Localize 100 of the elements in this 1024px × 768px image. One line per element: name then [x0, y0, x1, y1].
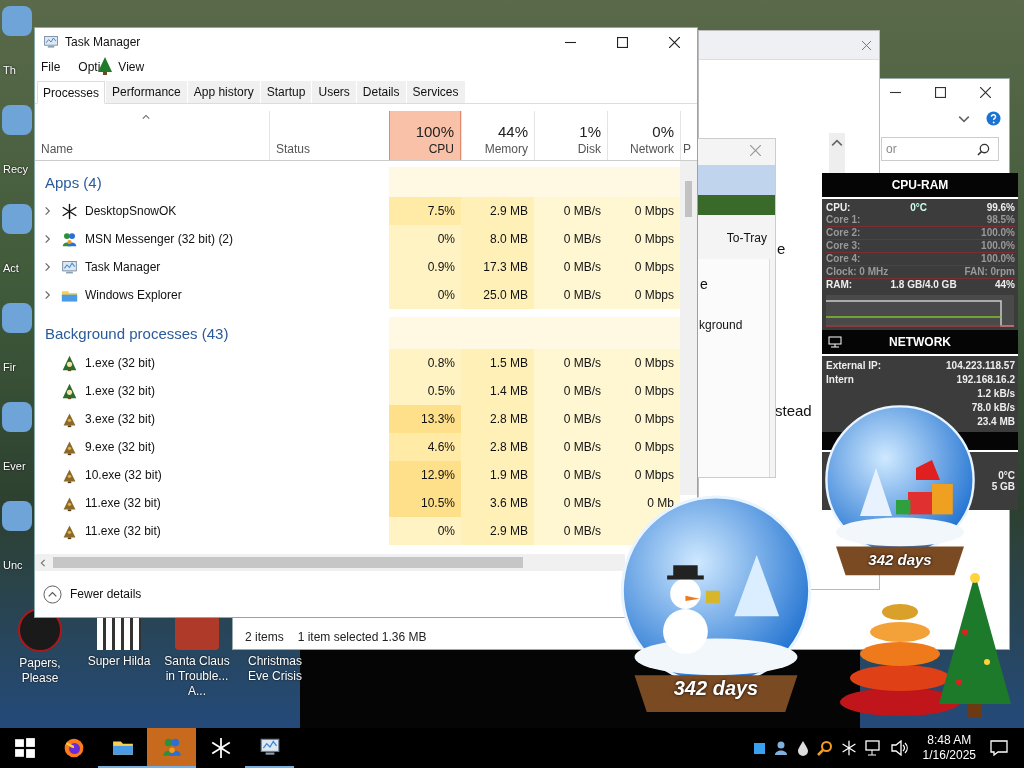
- column-header[interactable]: Name: [35, 111, 269, 160]
- table-cell: 0 Mb: [607, 489, 680, 517]
- desktop-icon-label[interactable]: Recy: [3, 163, 29, 175]
- process-name[interactable]: Windows Explorer: [35, 281, 269, 309]
- process-name[interactable]: 3.exe (32 bit): [35, 405, 269, 433]
- tab[interactable]: Users: [312, 81, 356, 103]
- process-name[interactable]: 1.exe (32 bit): [35, 377, 269, 405]
- scrollbar-thumb[interactable]: [685, 181, 692, 217]
- tab[interactable]: Details: [356, 81, 406, 103]
- people-icon: [60, 230, 78, 248]
- stat-value: 100.0%: [981, 227, 1015, 239]
- scrollbar[interactable]: [35, 554, 625, 571]
- table-cell: [389, 167, 461, 197]
- drop-icon[interactable]: [796, 740, 809, 756]
- scrollbar[interactable]: [680, 161, 697, 495]
- table-cell: 3.6 MB: [461, 489, 534, 517]
- column-header[interactable]: P: [680, 111, 697, 160]
- maximize-icon[interactable]: [616, 36, 628, 48]
- desktop-icon-label[interactable]: Th: [3, 64, 16, 76]
- snowflake-icon: [209, 737, 232, 759]
- tab[interactable]: Performance: [106, 81, 187, 103]
- column-label: Name: [41, 142, 73, 156]
- table-cell: 0.9%: [389, 253, 461, 281]
- scroll-up-icon[interactable]: [831, 137, 843, 149]
- search-icon: [977, 142, 990, 156]
- table-cell: 0 Mbps: [607, 405, 680, 433]
- desktop-icon-label[interactable]: Fir: [3, 361, 16, 373]
- search-field[interactable]: or: [881, 137, 999, 161]
- desktop-icon-label[interactable]: Santa Claus in Trouble... A...: [158, 654, 236, 699]
- column-header[interactable]: 100% CPU: [389, 111, 461, 160]
- stat-value: 0°C: [910, 202, 927, 214]
- tab[interactable]: Services: [406, 81, 465, 103]
- column-label: Status: [276, 142, 311, 156]
- clock-date: 1/16/2025: [922, 748, 976, 763]
- menu-item[interactable]: File: [41, 60, 61, 74]
- process-name[interactable]: Task Manager: [35, 253, 269, 281]
- scroll-left-icon[interactable]: [39, 557, 47, 568]
- status-text: 1 item selected 1.36 MB: [297, 630, 427, 644]
- stat-value: 0°C: [998, 470, 1015, 481]
- tab[interactable]: Processes: [37, 81, 106, 104]
- shortcut-icon[interactable]: [175, 616, 219, 650]
- table-cell: 10.5%: [389, 489, 461, 517]
- table-cell: 0%: [389, 281, 461, 309]
- process-name[interactable]: 9.exe (32 bit): [35, 433, 269, 461]
- stat-label: Core 2:: [826, 227, 861, 239]
- text-fragment: e: [777, 240, 786, 257]
- user-icon[interactable]: [772, 740, 789, 756]
- stat-value: 78.0 kB/s: [971, 401, 1015, 415]
- menu-item[interactable]: Opti: [78, 60, 101, 74]
- stat-value: 1.8 GB/4.0 GB: [890, 279, 957, 291]
- stat-label: Core 4:: [826, 253, 861, 265]
- process-name[interactable]: DesktopSnowOK: [35, 197, 269, 225]
- desktop-icon-label[interactable]: Ever: [3, 460, 26, 472]
- table-cell: 17.3 MB: [461, 253, 534, 281]
- close-icon[interactable]: [980, 87, 991, 98]
- desktop-icon-label[interactable]: Super Hilda: [87, 654, 151, 669]
- column-total: 1%: [579, 123, 601, 140]
- table-cell: 25.0 MB: [461, 281, 534, 309]
- process-name[interactable]: 10.exe (32 bit): [35, 461, 269, 489]
- text-fragment: kground: [699, 318, 743, 332]
- maximize-icon[interactable]: [935, 87, 946, 98]
- desktop-icon-label[interactable]: Christmas Eve Crisis: [236, 654, 314, 684]
- process-name[interactable]: MSN Messenger (32 bit) (2): [35, 225, 269, 253]
- scrollbar-thumb[interactable]: [53, 557, 523, 568]
- stat-label: External IP:: [826, 359, 882, 373]
- process-name[interactable]: 11.exe (32 bit): [35, 489, 269, 517]
- table-cell: 0 MB/s: [534, 405, 607, 433]
- volume-icon[interactable]: [890, 740, 909, 756]
- tab[interactable]: App history: [187, 81, 260, 103]
- network-icon[interactable]: [864, 740, 883, 756]
- fewer-details-link[interactable]: Fewer details: [70, 587, 142, 601]
- stat-label: Intern: [826, 373, 854, 387]
- scrollbar[interactable]: [829, 133, 845, 173]
- table-cell: 1.5 MB: [461, 349, 534, 377]
- table-cell: 2.9 MB: [461, 197, 534, 225]
- snowflake-icon[interactable]: [840, 740, 857, 756]
- desktop-icon-label[interactable]: Act: [3, 262, 19, 274]
- tab[interactable]: Startup: [260, 81, 312, 103]
- notifications-icon[interactable]: [990, 740, 1008, 756]
- tray-square-icon[interactable]: [753, 742, 765, 754]
- desktop-icon-label[interactable]: Papers, Please: [0, 656, 80, 686]
- table-cell: 0 MB/s: [534, 377, 607, 405]
- desktop-icon-label[interactable]: Unc: [3, 559, 23, 571]
- table-cell: 0.5%: [389, 377, 461, 405]
- stat-value: FAN: 0rpm: [964, 266, 1015, 278]
- table-cell: 2.9 MB: [461, 517, 534, 545]
- stat-value: 104.223.118.57: [946, 359, 1015, 373]
- table-cell: 2.8 MB: [461, 433, 534, 461]
- process-name[interactable]: 11.exe (32 bit): [35, 517, 269, 545]
- shortcut-icon[interactable]: [97, 616, 141, 650]
- menu-item[interactable]: View: [118, 60, 145, 74]
- close-icon[interactable]: [668, 36, 680, 48]
- group-heading: Background processes (43): [44, 324, 230, 342]
- collapse-icon[interactable]: [43, 584, 62, 604]
- process-name[interactable]: 1.exe (32 bit): [35, 349, 269, 377]
- group-heading: Apps (4): [44, 173, 103, 191]
- help-icon[interactable]: [986, 111, 1001, 126]
- search-icon[interactable]: [816, 740, 833, 756]
- clock[interactable]: 8:48 AM 1/16/2025: [922, 733, 976, 763]
- column-label: CPU: [428, 142, 454, 156]
